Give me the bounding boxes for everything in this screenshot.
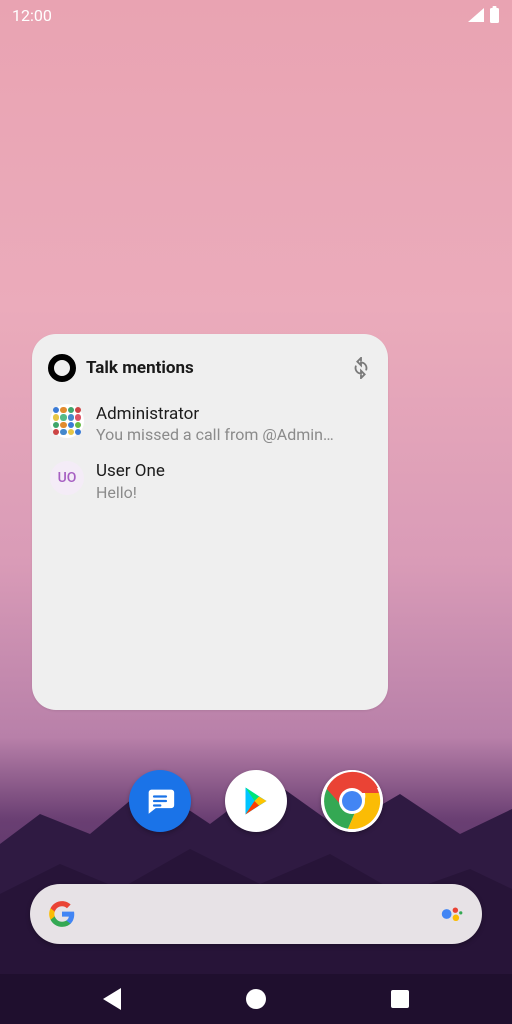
refresh-button[interactable] [350,357,372,379]
google-search-bar[interactable] [30,884,482,944]
talk-mentions-widget[interactable]: Talk mentions Administrator You missed a… [32,334,388,710]
status-bar: 12:00 [0,0,512,30]
wallpaper-mountains [0,724,512,984]
cellular-icon [467,7,485,23]
mention-message: You missed a call from @Admin… [96,425,370,445]
nav-recent-button[interactable] [391,990,409,1008]
talk-app-icon [48,354,76,382]
mention-item[interactable]: Administrator You missed a call from @Ad… [46,396,374,453]
status-time: 12:00 [12,6,52,25]
status-icons [467,6,500,24]
messages-app-icon[interactable] [129,770,191,832]
widget-header: Talk mentions [46,350,374,396]
nav-back-button[interactable] [103,988,121,1010]
navigation-bar [0,974,512,1024]
mention-sender: User One [96,461,370,482]
nav-home-button[interactable] [246,989,266,1009]
assistant-icon[interactable] [438,901,464,927]
mention-sender: Administrator [96,404,370,425]
widget-title: Talk mentions [86,358,194,378]
mention-message: Hello! [96,483,370,503]
battery-icon [489,6,500,24]
avatar: UO [50,461,84,495]
google-g-icon [48,900,76,928]
mention-item[interactable]: UO User One Hello! [46,453,374,510]
chrome-app-icon[interactable] [321,770,383,832]
avatar [50,404,84,438]
play-store-app-icon[interactable] [225,770,287,832]
app-dock [0,770,512,832]
